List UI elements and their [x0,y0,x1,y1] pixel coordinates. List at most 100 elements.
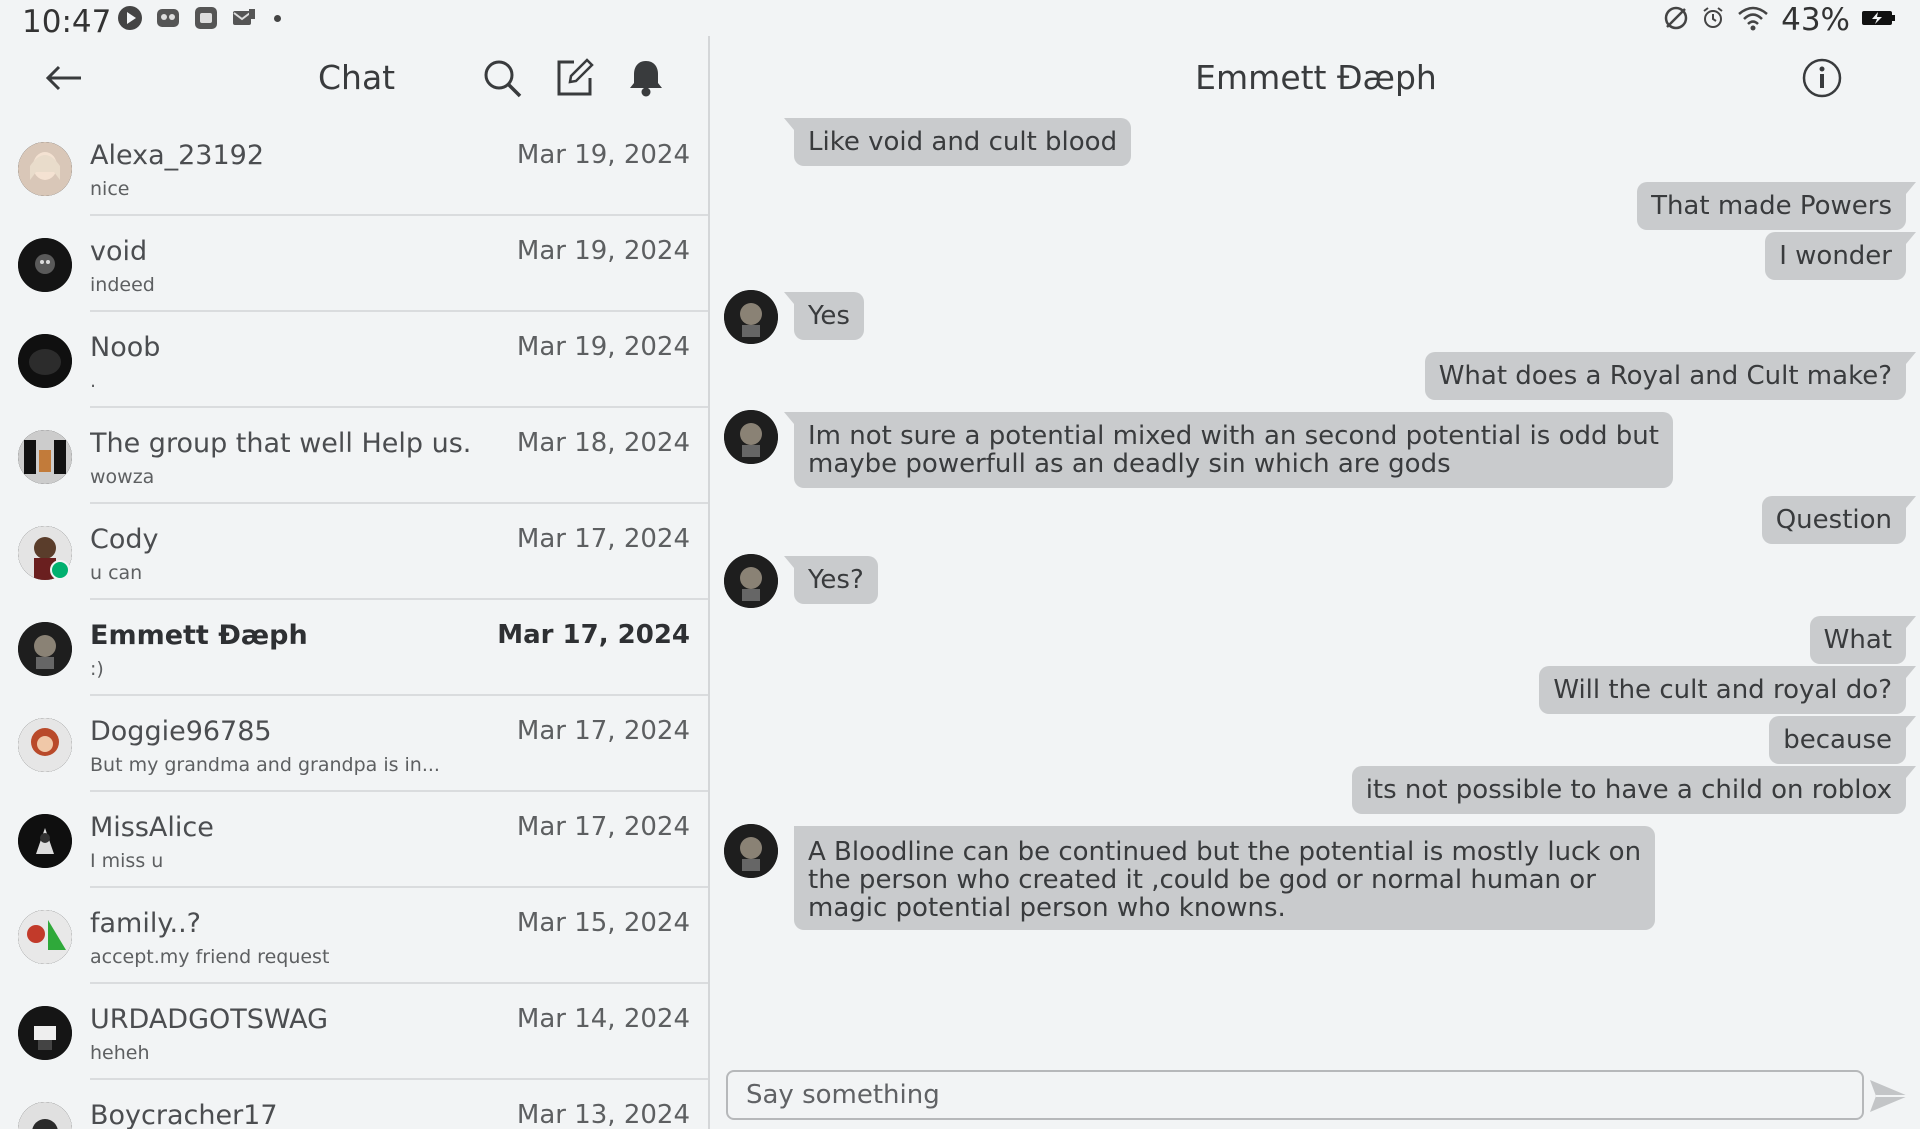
bell-icon [630,61,662,97]
conversation-item[interactable]: Emmett Ðæph:) Mar 17, 2024 [0,600,708,696]
avatar[interactable] [724,410,778,464]
conversation-preview: I miss u [90,850,164,872]
outgoing-message[interactable]: What [1809,616,1917,664]
message-input[interactable] [728,1072,1862,1118]
message-text: Yes [808,301,850,331]
conversation-name: Doggie96785 [90,716,272,747]
message-text: What [1823,625,1892,655]
avatar [18,430,72,484]
app-icon [192,4,220,32]
chat-list-header: Chat [0,36,710,120]
incoming-message[interactable]: A Bloodline can be continued but the pot… [794,826,1656,930]
message-text: Im not sure a potential mixed with an se… [808,421,1659,451]
notification-icons [116,4,281,32]
outgoing-message[interactable]: I wonder [1765,232,1916,280]
conversation-name: void [90,236,148,267]
incoming-message[interactable]: Yes? [784,556,878,604]
conversation-item[interactable]: Alexa_23192 nice Mar 19, 2024 [0,120,708,216]
avatar [18,910,72,964]
conversation-name: URDADGOTSWAG [90,1004,329,1035]
message-text: Question [1775,505,1892,535]
search-icon [484,60,522,98]
conversation-date: Mar 13, 2024 [516,1100,690,1129]
outgoing-message[interactable]: its not possible to have a child on robl… [1351,766,1917,814]
conversation-date: Mar 17, 2024 [516,812,690,842]
search-button[interactable] [478,54,526,102]
message-text: its not possible to have a child on robl… [1365,775,1892,805]
conversation-item[interactable]: Boycracher17 Mar 13, 2024 [0,1080,708,1129]
app-icon [154,4,182,32]
send-icon [1870,1080,1908,1112]
conversation-item[interactable]: Cody u can Mar 17, 2024 [0,504,708,600]
more-notifications-icon [274,14,281,22]
avatar [18,718,72,772]
back-arrow-icon [45,65,81,91]
outgoing-message[interactable]: That made Powers [1637,182,1916,230]
incoming-message[interactable]: Yes [784,292,864,340]
system-icons: 43% [1663,2,1896,38]
conversation-item[interactable]: URDADGOTSWAG heheh Mar 14, 2024 [0,984,708,1080]
message-text: Will the cult and royal do? [1553,675,1892,705]
conversation-preview: But my grandma and grandpa is in... [90,754,440,776]
message-text: Yes? [808,565,864,595]
conversation-item[interactable]: MissAlice I miss u Mar 17, 2024 [0,792,708,888]
chat-list-title: Chat [318,58,396,97]
conversation-item[interactable]: family..? accept.my friend request Mar 15,… [0,888,708,984]
conversation-date: Mar 19, 2024 [516,236,690,266]
outgoing-message[interactable]: Question [1761,496,1917,544]
youtube-icon [116,4,144,32]
conversation-item[interactable]: Doggie96785 But my grandma and grandpa is… [0,696,708,792]
online-status-indicator [50,560,70,580]
compose-icon [557,58,594,96]
avatar [18,1006,72,1060]
outgoing-message[interactable]: Will the cult and royal do? [1539,666,1916,714]
outgoing-message[interactable]: What does a Royal and Cult make? [1424,352,1917,400]
message-text: the person who created it ,could be god … [808,865,1596,895]
conversation-name: Alexa_23192 [90,140,265,171]
conversation-date: Mar 17, 2024 [497,620,690,650]
conversation-preview: heheh [90,1042,150,1064]
conversation-name: Cody [90,524,159,555]
avatar[interactable] [724,824,778,878]
message-text: I wonder [1779,241,1892,271]
dnd-icon [1663,5,1689,35]
conversation-item[interactable]: The group that well Help us... wowza Mar 1… [0,408,708,504]
notifications-button[interactable] [622,54,670,102]
message-text: A Bloodline can be continued but the pot… [808,837,1642,867]
incoming-message[interactable]: Like void and cult blood [783,118,1132,166]
avatar [18,142,72,196]
message-text: That made Powers [1651,191,1892,221]
send-button[interactable] [1864,1072,1914,1120]
mail-icon [230,4,258,32]
conversation-name: The group that well Help us... [90,428,470,459]
avatar[interactable] [724,290,778,344]
message-text: What does a Royal and Cult make? [1438,361,1892,391]
info-button[interactable] [1800,56,1844,100]
conversation-item[interactable]: void indeed Mar 19, 2024 [0,216,708,312]
incoming-message[interactable]: Im not sure a potential mixed with an se… [784,412,1673,488]
status-time: 10:47 [22,4,112,40]
conversation-date: Mar 15, 2024 [516,908,690,938]
avatar [18,622,72,676]
status-bar: 10:47 43% [0,0,1920,40]
conversation-preview: u can [90,562,143,584]
chat-list-panel: Chat Alexa_23192 nice Mar 19, 2024 void inde… [0,36,710,1129]
outgoing-message[interactable]: because [1769,716,1916,764]
message-composer [726,1070,1864,1120]
conversation-item[interactable]: Noob. Mar 19, 2024 [0,312,708,408]
conversation-title: Emmett Ðæph [1195,58,1437,97]
conversation-name: Boycracher17 [90,1100,278,1129]
conversation-date: Mar 19, 2024 [516,140,690,170]
new-chat-button[interactable] [550,54,598,102]
battery-percent: 43% [1781,2,1850,38]
conversation-date: Mar 14, 2024 [516,1004,690,1034]
conversation-list: Alexa_23192 nice Mar 19, 2024 void indeed Mar… [0,120,708,1129]
avatar[interactable] [724,554,778,608]
avatar [18,1102,72,1129]
back-button[interactable] [40,56,88,100]
info-icon [1802,58,1842,98]
alarm-icon [1701,6,1725,34]
message-text: maybe powerfull as an deadly sin which a… [808,449,1451,479]
avatar [18,238,72,292]
message-text: Like void and cult blood [808,127,1118,157]
